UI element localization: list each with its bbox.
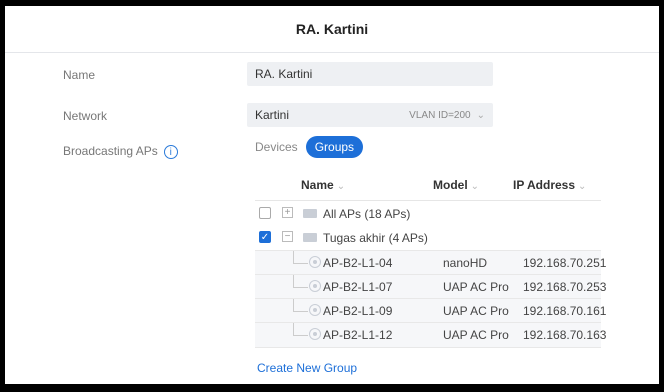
group-checkbox[interactable]: ✓ bbox=[259, 231, 271, 243]
chevron-down-icon: ⌄ bbox=[476, 109, 485, 121]
ap-name: AP-B2-L1-07 bbox=[323, 280, 393, 294]
table-header: Name ⌄ Model ⌄ IP Address ⌄ bbox=[255, 170, 601, 201]
group-row[interactable]: + All APs (18 APs) bbox=[255, 202, 601, 226]
network-label: Network bbox=[63, 109, 108, 123]
tree-connector bbox=[293, 251, 308, 264]
ap-icon bbox=[309, 328, 321, 340]
name-value: RA. Kartini bbox=[255, 67, 313, 81]
ap-ip: 192.168.70.161 bbox=[523, 304, 607, 318]
network-value: Kartini bbox=[255, 108, 290, 122]
tree-connector bbox=[293, 275, 308, 288]
ap-name: AP-B2-L1-09 bbox=[323, 304, 393, 318]
vlan-value: VLAN ID=200 bbox=[409, 109, 471, 121]
name-label: Name bbox=[63, 68, 96, 82]
chevron-down-icon: ⌄ bbox=[336, 181, 346, 192]
ap-model: UAP AC Pro bbox=[443, 304, 509, 318]
vlan-text: VLAN ID=200 ⌄ bbox=[409, 110, 485, 121]
tab-devices[interactable]: Devices bbox=[255, 140, 298, 154]
tree-connector bbox=[293, 323, 308, 336]
ap-name: AP-B2-L1-04 bbox=[323, 256, 393, 270]
ap-row[interactable]: AP-B2-L1-07 UAP AC Pro 192.168.70.253 bbox=[255, 274, 606, 299]
ap-ip: 192.168.70.253 bbox=[523, 280, 607, 294]
column-header-name[interactable]: Name ⌄ bbox=[301, 178, 345, 192]
ap-ip: 192.168.70.251 bbox=[523, 256, 607, 270]
ap-model: UAP AC Pro bbox=[443, 328, 509, 342]
group-checkbox[interactable] bbox=[259, 207, 271, 219]
create-new-group-link[interactable]: Create New Group bbox=[257, 361, 357, 375]
broadcasting-aps-label: Broadcasting APs i bbox=[63, 144, 178, 159]
tree-connector bbox=[293, 299, 308, 312]
chevron-down-icon: ⌄ bbox=[470, 181, 480, 192]
column-name-label: Name bbox=[301, 178, 334, 192]
ap-row[interactable]: AP-B2-L1-12 UAP AC Pro 192.168.70.163 bbox=[255, 322, 606, 348]
column-model-label: Model bbox=[433, 178, 468, 192]
ap-row[interactable]: AP-B2-L1-04 nanoHD 192.168.70.251 bbox=[255, 250, 606, 275]
ap-row[interactable]: AP-B2-L1-09 UAP AC Pro 192.168.70.161 bbox=[255, 298, 606, 323]
ap-tabs: Devices Groups bbox=[255, 136, 364, 158]
folder-icon bbox=[303, 209, 317, 218]
ap-model: nanoHD bbox=[443, 256, 488, 270]
broadcasting-aps-text: Broadcasting APs bbox=[63, 144, 158, 158]
page-title: RA. Kartini bbox=[295, 21, 369, 37]
dialog-header: RA. Kartini bbox=[5, 6, 659, 53]
group-name: Tugas akhir (4 APs) bbox=[323, 231, 428, 245]
chevron-down-icon: ⌄ bbox=[578, 181, 587, 192]
name-field[interactable]: RA. Kartini bbox=[247, 62, 493, 86]
group-row[interactable]: ✓ − Tugas akhir (4 APs) bbox=[255, 226, 601, 250]
network-select[interactable]: Kartini VLAN ID=200 ⌄ bbox=[247, 103, 493, 127]
ap-icon bbox=[309, 280, 321, 292]
column-ip-label: IP Address bbox=[513, 178, 576, 192]
folder-icon bbox=[303, 233, 317, 242]
column-header-ip[interactable]: IP Address ⌄ bbox=[513, 178, 586, 192]
ap-name: AP-B2-L1-12 bbox=[323, 328, 393, 342]
expand-toggle[interactable]: + bbox=[282, 207, 293, 218]
column-header-model[interactable]: Model ⌄ bbox=[433, 178, 479, 192]
ap-model: UAP AC Pro bbox=[443, 280, 509, 294]
dialog: RA. Kartini Name RA. Kartini Network Kar… bbox=[5, 6, 659, 384]
collapse-toggle[interactable]: − bbox=[282, 231, 293, 242]
ap-ip: 192.168.70.163 bbox=[523, 328, 607, 342]
tab-groups[interactable]: Groups bbox=[305, 136, 364, 158]
info-icon[interactable]: i bbox=[163, 144, 178, 159]
ap-icon bbox=[309, 304, 321, 316]
ap-icon bbox=[309, 256, 321, 268]
group-name: All APs (18 APs) bbox=[323, 207, 411, 221]
